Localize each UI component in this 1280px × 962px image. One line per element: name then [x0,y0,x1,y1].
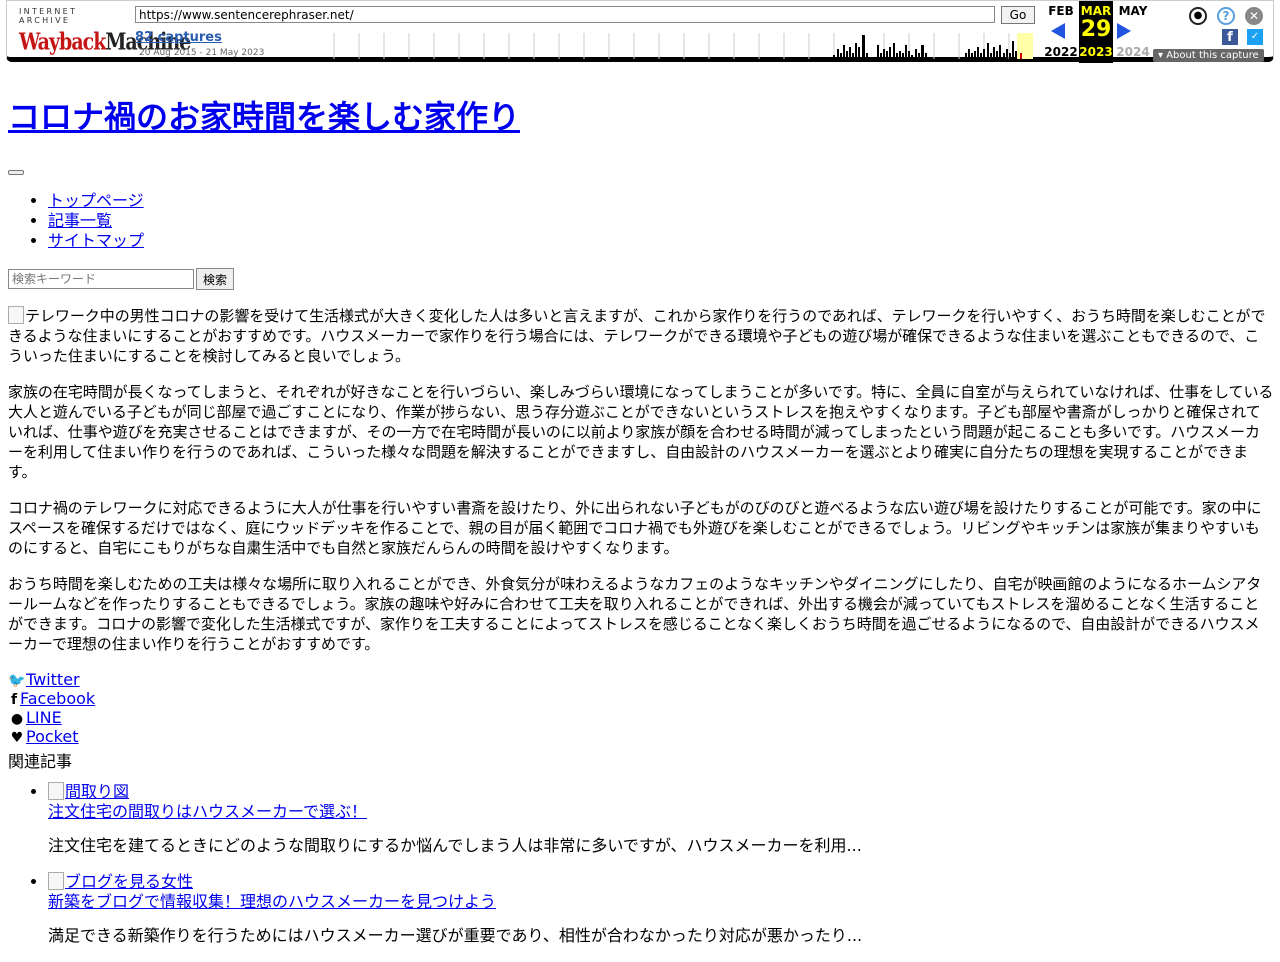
prev-month-label: FEB [1048,4,1074,18]
capture-sparkline[interactable] [333,33,1033,59]
about-capture-button[interactable]: ▾ About this capture [1153,49,1264,62]
nav-item-top: トップページ [48,191,144,211]
article-paragraph: 家族の在宅時間が長くなってしまうと、それぞれが好きなことを行いづらい、楽しみづら… [8,383,1274,481]
related-excerpt: 満足できる新築作りを行うためにはハウスメーカー選びが重要であり、相性が合わなかっ… [48,926,863,945]
nav-item-sitemap: サイトマップ [48,231,144,251]
facebook-share-icon[interactable]: f [1222,29,1238,45]
next-year-label: 2024 [1116,45,1150,59]
share-twitter-link[interactable]: 🐦Twitter [8,670,95,689]
related-item: ブログを見る女性 新築をブログで情報収集！理想のハウスメーカーを見つけよう 満足… [48,872,1268,946]
share-buttons: 🐦Twitter f Facebook ● LINE ♥ Pocket [8,670,95,746]
global-nav: トップページ 記事一覧 サイトマップ [8,191,144,251]
related-item: 間取り図 注文住宅の間取りはハウスメーカーで選ぶ！ 注文住宅を建てるときにどのよ… [48,782,1268,856]
search-form: 検索 [8,268,235,291]
twitter-share-icon[interactable]: ✓ [1247,29,1263,45]
share-facebook-label: Facebook [20,689,96,708]
help-icon[interactable]: ? [1217,7,1235,25]
site-title: コロナ禍のお家時間を楽しむ家作り [8,92,520,138]
related-list: 間取り図 注文住宅の間取りはハウスメーカーで選ぶ！ 注文住宅を建てるときにどのよ… [8,782,1268,962]
related-image-link[interactable]: ブログを見る女性 [48,872,1268,892]
close-icon[interactable]: ✕ [1245,7,1263,25]
captures-link[interactable]: 82 captures [135,30,222,45]
search-input[interactable] [8,269,194,289]
nav-link-top[interactable]: トップページ [48,191,144,210]
prev-year-label: 2022 [1044,45,1078,59]
article-paragraph: コロナ禍のテレワークに対応できるように大人が仕事を行いやすい書斎を設けたり、外に… [8,499,1262,557]
current-capture-date: MAR 29 2023 [1079,1,1113,63]
next-capture-arrow-icon[interactable] [1117,23,1131,39]
capture-range: 20 Aug 2015 - 21 May 2023 [139,48,265,58]
current-month-label: MAR [1080,4,1112,18]
wayback-logo[interactable]: INTERNET ARCHIVE WaybackMachine [19,7,191,56]
prev-month[interactable]: FEB 2022 [1041,1,1081,59]
article-paragraph-text: コロナの影響を受けて生活様式が大きく変化した人は多いと言えますが、これから家作り… [8,307,1266,365]
current-year-label: 2023 [1079,45,1113,59]
logo-wayback-machine-text: WaybackMachine [19,28,191,56]
wayback-go-button[interactable]: Go [1001,6,1035,24]
next-month-label: MAY [1118,4,1148,18]
pocket-icon: ♥ [10,730,24,746]
prev-capture-arrow-icon[interactable] [1051,23,1065,39]
related-title-link[interactable]: 注文住宅の間取りはハウスメーカーで選ぶ！ [48,802,1268,822]
nav-link-sitemap[interactable]: サイトマップ [48,231,144,250]
next-month[interactable]: MAY 2024 [1113,1,1153,59]
related-image-link[interactable]: 間取り図 [48,782,1268,802]
share-twitter-label: Twitter [26,670,80,689]
related-excerpt: 注文住宅を建てるときにどのような間取りにするか悩んでしまう人は非常に多いですが、… [48,836,862,855]
article-image: テレワーク中の男性 [8,307,160,325]
user-icon[interactable]: ● [1189,7,1207,25]
share-line-label: LINE [26,708,62,727]
share-facebook-link[interactable]: f Facebook [8,689,95,708]
wayback-toolbar: INTERNET ARCHIVE WaybackMachine Go 82 ca… [6,0,1274,63]
menu-toggle-button[interactable] [8,170,24,175]
about-capture-label: About this capture [1166,50,1259,61]
article-paragraph: おうち時間を楽しむための工夫は様々な場所に取り入れることができ、外食気分が味わえ… [8,575,1262,653]
share-pocket-link[interactable]: ♥ Pocket [8,727,95,746]
logo-wayback-word: Wayback [19,28,106,56]
share-line-link[interactable]: ● LINE [8,708,95,727]
search-button[interactable]: 検索 [196,268,235,290]
site-title-link[interactable]: コロナ禍のお家時間を楽しむ家作り [8,98,520,136]
logo-internet-archive-text: INTERNET ARCHIVE [19,7,78,25]
wayback-url-input[interactable] [135,6,995,23]
article-paragraph: テレワーク中の男性コロナの影響を受けて生活様式が大きく変化した人は多いと言えます… [8,306,1274,366]
share-pocket-label: Pocket [26,727,79,746]
related-title-link[interactable]: 新築をブログで情報収集！理想のハウスメーカーを見つけよう [48,892,1268,912]
current-day-label: 29 [1080,17,1112,42]
nav-link-articles[interactable]: 記事一覧 [48,211,112,230]
article-body: テレワーク中の男性コロナの影響を受けて生活様式が大きく変化した人は多いと言えます… [8,306,1274,670]
nav-item-articles: 記事一覧 [48,211,144,231]
chevron-down-icon: ▾ [1158,50,1167,61]
related-heading: 関連記事 [8,752,73,771]
